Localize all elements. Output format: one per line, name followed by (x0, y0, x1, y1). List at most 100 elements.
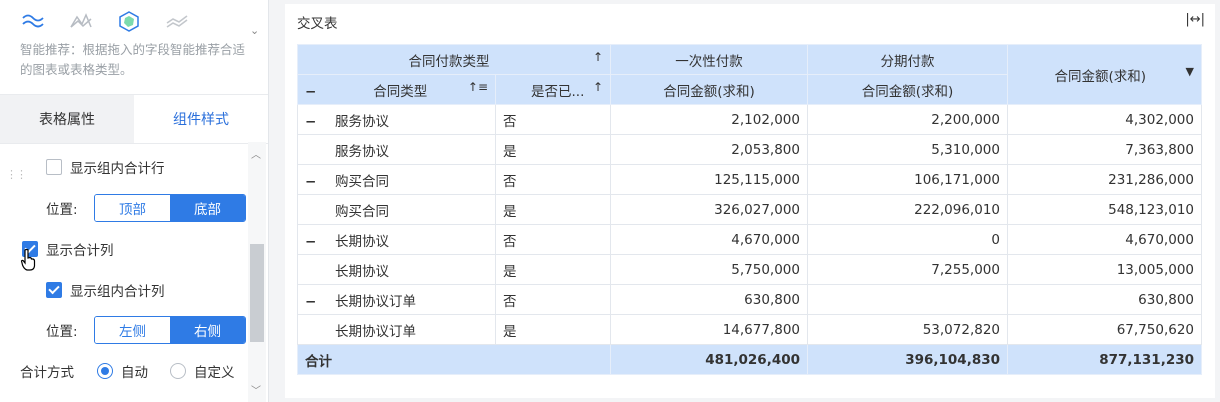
one-time-amount-cell: 5,750,000 (610, 254, 808, 285)
settings-scrollbar[interactable]: ︿ ﹀ (248, 142, 266, 402)
tab-table-properties[interactable]: 表格属性 (0, 95, 134, 143)
is-done-cell: 否 (495, 164, 611, 195)
stacked-line-icon[interactable] (160, 6, 194, 36)
line-chart-icon[interactable] (16, 6, 50, 36)
is-done-cell: 是 (495, 314, 611, 345)
total-method-auto-label[interactable]: 自动 (121, 361, 148, 381)
contract-type-value: 长期协议 (335, 263, 389, 280)
total-amount-cell: 630,800 (1007, 284, 1202, 315)
contract-type-value: 长期协议 (335, 233, 389, 250)
contract-type-value: 购买合同 (335, 173, 389, 190)
row-position-label: 位置: (46, 202, 78, 218)
header-contract-type-label: 合同类型 (373, 83, 428, 100)
is-done-cell: 是 (495, 134, 611, 165)
show-group-total-row-checkbox[interactable] (46, 159, 62, 175)
contract-type-value: 长期协议订单 (335, 323, 416, 340)
tab-component-style[interactable]: 组件样式 (134, 95, 268, 143)
header-is-done[interactable]: 是否已... ↑ (495, 74, 611, 105)
header-total-amount[interactable]: 合同金额(求和) ▼ (1007, 44, 1202, 105)
show-total-col-label: 显示合计列 (46, 243, 114, 259)
row-position-bottom-button[interactable]: 底部 (170, 195, 245, 221)
sort-desc-icon[interactable]: ▼ (1186, 65, 1194, 78)
installment-amount-cell: 0 (807, 224, 1008, 255)
contract-type-cell: − 长期协议 (297, 224, 496, 255)
is-done-cell: 否 (495, 104, 611, 135)
header-is-done-label: 是否已... (531, 83, 585, 100)
installment-amount-cell: 2,200,000 (807, 104, 1008, 135)
collapse-icon[interactable]: − (305, 114, 319, 130)
header-total-amount-label: 合同金额(求和) (1054, 68, 1147, 85)
show-group-total-col-option[interactable]: 显示组内合计列 (46, 280, 165, 300)
crosstab-body: − 服务协议否 2,102,000 2,200,000 4,302,000 服务协议是 2,… (297, 104, 1202, 345)
total-amount-cell: 4,670,000 (1007, 224, 1202, 255)
one-time-amount-cell: 125,115,000 (610, 164, 808, 195)
installment-amount-cell: 222,096,010 (807, 194, 1008, 225)
scrollbar-thumb[interactable] (250, 244, 264, 342)
show-group-total-row-option[interactable]: 显示组内合计行 (46, 157, 165, 177)
total-method-control: 合计方式 自动 自定义 (20, 361, 235, 381)
row-position-toggle: 顶部 底部 (94, 194, 246, 222)
header-one-time-amount: 合同金额(求和) (610, 74, 808, 105)
contract-type-cell: 购买合同 (297, 194, 496, 225)
contract-type-value: 服务协议 (335, 113, 389, 130)
row-position-top-button[interactable]: 顶部 (95, 195, 170, 221)
col-position-control: 位置: 左侧 右侧 (46, 316, 246, 344)
show-group-total-col-label: 显示组内合计列 (70, 284, 165, 300)
total-method-auto-radio[interactable] (97, 363, 113, 379)
radar-chart-icon[interactable] (112, 6, 146, 36)
total-method-custom-radio[interactable] (170, 363, 186, 379)
grand-total-installment: 396,104,830 (807, 344, 1008, 375)
expand-width-icon[interactable]: |↔| (1185, 12, 1205, 27)
installment-amount-cell: 106,171,000 (807, 164, 1008, 195)
one-time-amount-cell: 2,053,800 (610, 134, 808, 165)
one-time-amount-cell: 326,027,000 (610, 194, 808, 225)
table-row: − 购买合同否 125,115,000 106,171,000 231,286,000 (297, 164, 1202, 195)
total-amount-cell: 7,363,800 (1007, 134, 1202, 165)
one-time-amount-cell: 14,677,800 (610, 314, 808, 345)
show-group-total-col-checkbox[interactable] (46, 282, 62, 298)
contract-type-cell: 长期协议订单 (297, 314, 496, 345)
contract-type-value: 服务协议 (335, 143, 389, 160)
collapse-icon[interactable]: − (305, 234, 319, 250)
total-amount-cell: 13,005,000 (1007, 254, 1202, 285)
row-position-control: 位置: 顶部 底部 (46, 194, 246, 222)
table-row: − 服务协议否 2,102,000 2,200,000 4,302,000 (297, 104, 1202, 135)
hand-cursor-icon (20, 248, 36, 271)
scroll-up-icon[interactable]: ︿ (251, 146, 261, 161)
contract-type-cell: − 服务协议 (297, 104, 496, 135)
installment-amount-cell: 7,255,000 (807, 254, 1008, 285)
is-done-cell: 否 (495, 224, 611, 255)
contract-type-cell: 长期协议 (297, 254, 496, 285)
settings-panel: ⌄ 智能推荐：根据拖入的字段智能推荐合适的图表或表格类型。 表格属性 组件样式 … (0, 0, 269, 402)
col-position-left-button[interactable]: 左侧 (95, 317, 170, 343)
installment-amount-cell: 5,310,000 (807, 134, 1008, 165)
header-contract-type[interactable]: − 合同类型 ↑≡ (297, 74, 496, 105)
scroll-down-icon[interactable]: ﹀ (251, 382, 261, 397)
collapse-icon[interactable]: − (305, 84, 319, 100)
total-method-custom-label[interactable]: 自定义 (194, 361, 235, 381)
sort-icon[interactable]: ↑ (593, 50, 603, 64)
drag-handle-icon[interactable]: ⋮⋮ (6, 168, 27, 181)
contract-type-value: 购买合同 (335, 203, 389, 220)
collapse-icon[interactable]: − (305, 174, 319, 190)
one-time-amount-cell: 630,800 (610, 284, 808, 315)
sort-asc-icon[interactable]: ↑≡ (468, 80, 488, 94)
area-chart-icon[interactable] (64, 6, 98, 36)
chevron-down-icon[interactable]: ⌄ (250, 24, 259, 37)
is-done-cell: 是 (495, 194, 611, 225)
contract-type-cell: − 长期协议订单 (297, 284, 496, 315)
installment-amount-cell (807, 284, 1008, 315)
col-position-right-button[interactable]: 右侧 (170, 317, 245, 343)
sort-icon[interactable]: ↑ (593, 80, 603, 94)
is-done-cell: 是 (495, 254, 611, 285)
col-position-toggle: 左侧 右侧 (94, 316, 246, 344)
table-row: − 长期协议否 4,670,000 0 4,670,000 (297, 224, 1202, 255)
header-one-time[interactable]: 一次性付款 (610, 44, 808, 75)
collapse-icon[interactable]: − (305, 294, 319, 310)
table-row: 购买合同 是 326,027,000 222,096,010 548,123,010 (297, 194, 1202, 225)
header-installment[interactable]: 分期付款 (807, 44, 1008, 75)
crosstab-panel: 交叉表 |↔| 合同付款类型 ↑ 一次性付款 分期付款 合同金额(求和) ▼ −… (285, 4, 1215, 398)
total-amount-cell: 4,302,000 (1007, 104, 1202, 135)
col-position-label: 位置: (46, 324, 78, 340)
header-pay-type[interactable]: 合同付款类型 ↑ (297, 44, 611, 75)
